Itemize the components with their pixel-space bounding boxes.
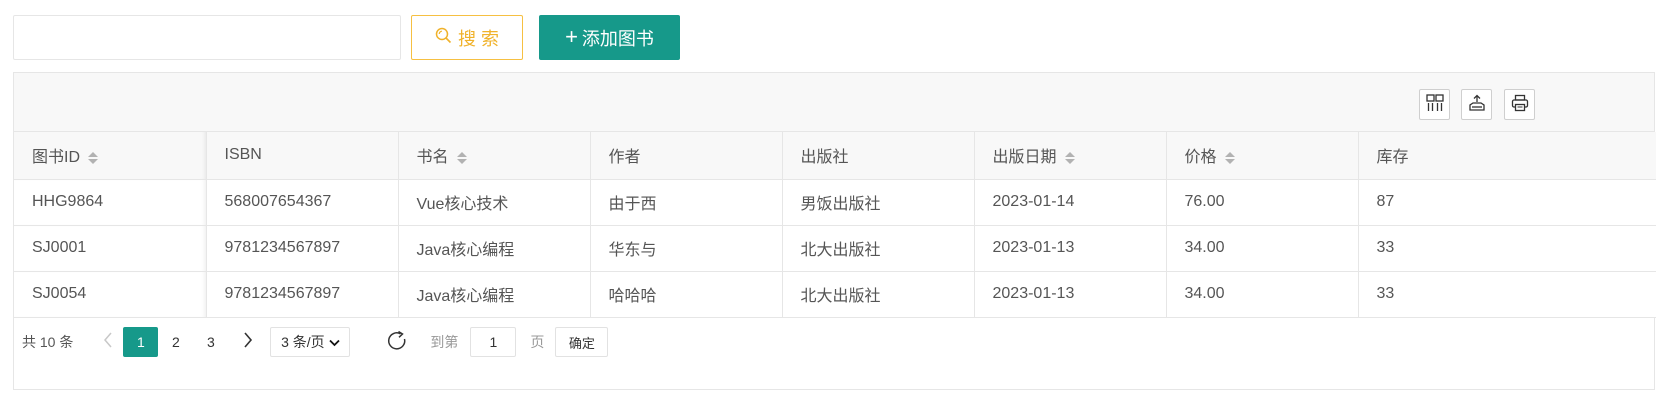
cell-price: 34.00 — [1166, 271, 1359, 318]
page-button-1[interactable]: 1 — [123, 327, 159, 357]
cell-publisher: 北大出版社 — [782, 225, 975, 272]
page-button-2[interactable]: 2 — [158, 327, 193, 357]
search-bar: 搜 索 + 添加图书 — [13, 15, 680, 60]
sort-icon[interactable] — [88, 152, 99, 165]
column-header-book-id[interactable]: 图书ID — [14, 132, 207, 180]
cell-publish-date: 2023-01-13 — [974, 271, 1167, 318]
export-button[interactable] — [1461, 89, 1492, 120]
print-button[interactable] — [1504, 89, 1535, 120]
table-header-row: 图书ID ISBN 书名 作者 出版社 出版日期 价格 库存 — [14, 132, 1656, 180]
cell-isbn: 9781234567897 — [206, 271, 399, 318]
cell-title: Vue核心技术 — [398, 179, 591, 226]
cell-isbn: 9781234567897 — [206, 225, 399, 272]
search-input[interactable] — [13, 15, 401, 60]
page-button-3[interactable]: 3 — [193, 327, 228, 357]
next-page-button[interactable] — [228, 331, 268, 353]
sort-icon[interactable] — [456, 152, 467, 165]
column-header-title[interactable]: 书名 — [398, 132, 591, 180]
refresh-button[interactable] — [386, 330, 408, 355]
cell-book-id: SJ0001 — [14, 225, 207, 272]
cell-stock: 87 — [1358, 179, 1656, 226]
export-icon — [1468, 94, 1486, 116]
sort-icon[interactable] — [1224, 152, 1235, 165]
chevron-left-icon — [103, 332, 113, 352]
search-button[interactable]: 搜 索 — [411, 15, 523, 60]
chevron-down-icon — [329, 334, 340, 350]
page-jump-input[interactable] — [470, 327, 517, 357]
cell-author: 华东与 — [590, 225, 783, 272]
cell-stock: 33 — [1358, 271, 1656, 318]
page-size-value: 3 条/页 — [281, 334, 325, 350]
cell-publish-date: 2023-01-13 — [974, 225, 1167, 272]
cell-publisher: 北大出版社 — [782, 271, 975, 318]
refresh-icon — [386, 330, 408, 355]
cell-author: 哈哈哈 — [590, 271, 783, 318]
cell-price: 34.00 — [1166, 225, 1359, 272]
cell-title: Java核心编程 — [398, 271, 591, 318]
column-header-author: 作者 — [590, 132, 783, 180]
column-header-price[interactable]: 价格 — [1166, 132, 1359, 180]
column-header-isbn: ISBN — [206, 132, 399, 180]
add-book-button[interactable]: + 添加图书 — [539, 15, 680, 60]
cell-book-id: SJ0054 — [14, 271, 207, 318]
column-header-publisher: 出版社 — [782, 132, 975, 180]
total-count: 共 10 条 — [22, 334, 74, 350]
cell-title: Java核心编程 — [398, 225, 591, 272]
chevron-right-icon — [243, 331, 253, 352]
page-unit-label: 页 — [530, 334, 545, 350]
book-table: 图书ID ISBN 书名 作者 出版社 出版日期 价格 库存 HHG9864 5… — [14, 132, 1656, 318]
confirm-jump-button[interactable]: 确定 — [555, 327, 609, 357]
add-book-button-label: 添加图书 — [581, 28, 654, 49]
print-icon — [1511, 94, 1529, 116]
cell-stock: 33 — [1358, 225, 1656, 272]
cell-isbn: 568007654367 — [206, 179, 399, 226]
cell-price: 76.00 — [1166, 179, 1359, 226]
table-toolbar — [14, 73, 1654, 132]
prev-page-button[interactable] — [93, 332, 123, 353]
table-row[interactable]: SJ0001 9781234567897 Java核心编程 华东与 北大出版社 … — [14, 225, 1656, 272]
table-row[interactable]: HHG9864 568007654367 Vue核心技术 由于西 男饭出版社 2… — [14, 179, 1656, 226]
page-size-select[interactable]: 3 条/页 — [270, 327, 351, 357]
cell-publisher: 男饭出版社 — [782, 179, 975, 226]
sort-icon[interactable] — [1064, 152, 1075, 165]
plus-icon: + — [565, 23, 578, 49]
columns-icon — [1425, 93, 1444, 116]
table-row[interactable]: SJ0054 9781234567897 Java核心编程 哈哈哈 北大出版社 … — [14, 271, 1656, 318]
search-icon — [435, 27, 452, 49]
pagination: 共 10 条 1 2 3 3 条/页 到第 页 确定 — [14, 318, 1654, 367]
cell-publish-date: 2023-01-14 — [974, 179, 1167, 226]
goto-label: 到第 — [430, 334, 459, 350]
search-button-label: 搜 索 — [457, 28, 499, 49]
column-header-stock: 库存 — [1358, 132, 1656, 180]
cell-book-id: HHG9864 — [14, 179, 207, 226]
cell-author: 由于西 — [590, 179, 783, 226]
book-table-panel: 图书ID ISBN 书名 作者 出版社 出版日期 价格 库存 HHG9864 5… — [13, 72, 1656, 390]
columns-filter-button[interactable] — [1419, 89, 1450, 120]
column-header-publish-date[interactable]: 出版日期 — [974, 132, 1167, 180]
